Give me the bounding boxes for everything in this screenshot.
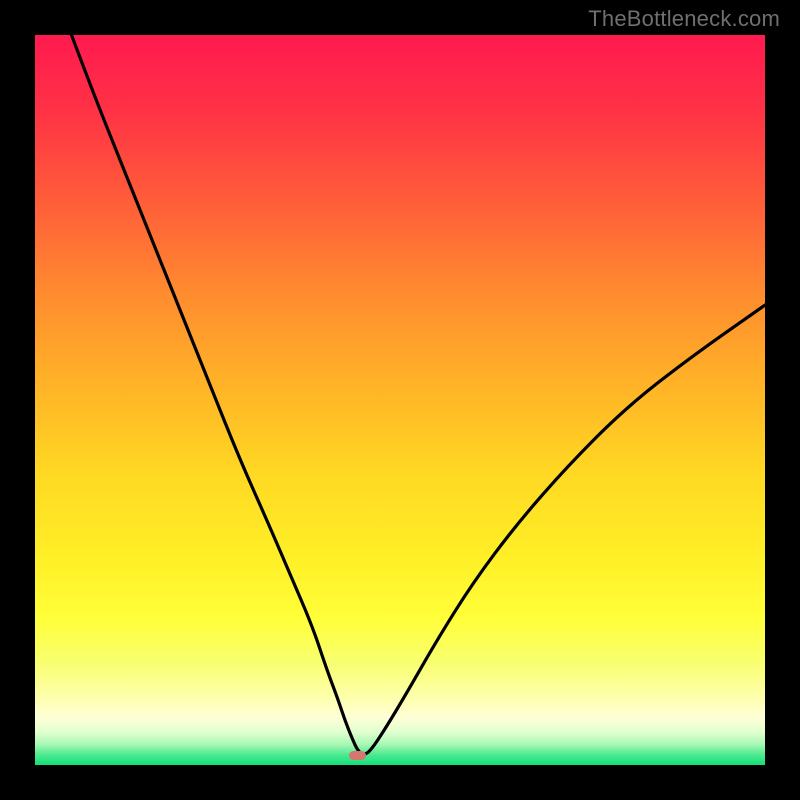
plot-area <box>35 35 765 765</box>
chart-frame: TheBottleneck.com <box>0 0 800 800</box>
bottleneck-curve <box>35 35 765 765</box>
watermark-text: TheBottleneck.com <box>588 6 780 32</box>
minimum-marker <box>349 751 367 760</box>
